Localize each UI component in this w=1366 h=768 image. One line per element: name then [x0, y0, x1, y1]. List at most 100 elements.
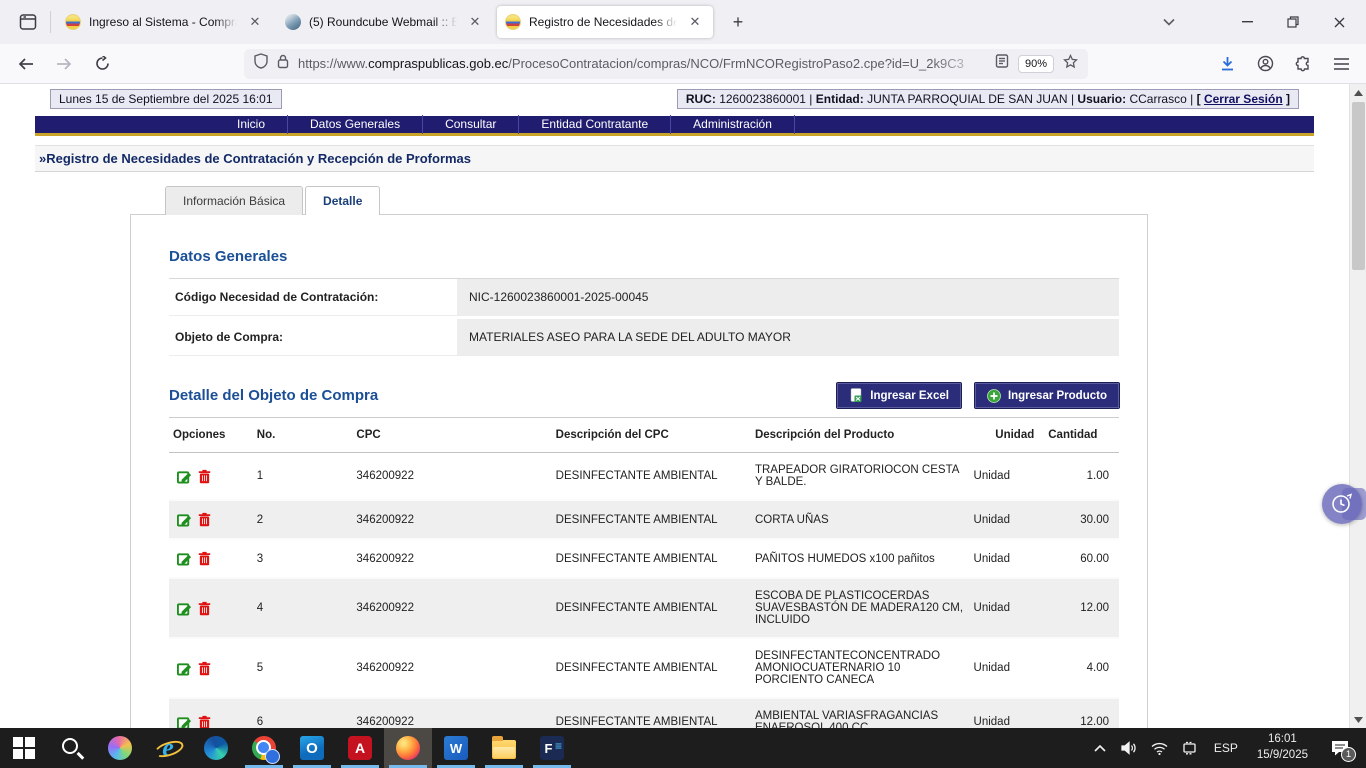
- close-window-button[interactable]: [1316, 0, 1362, 44]
- back-icon[interactable]: [10, 49, 42, 79]
- action-center-icon[interactable]: 1: [1320, 728, 1360, 768]
- taskbar-app-icon: [60, 736, 84, 760]
- taskbar-app-button[interactable]: [528, 728, 576, 768]
- nav-item[interactable]: Administración: [671, 115, 795, 134]
- delete-icon[interactable]: [198, 512, 211, 527]
- reader-view-icon[interactable]: [995, 54, 1009, 73]
- table-row: 4 346200922 DESINFECTANTE AMBIENTAL ESCO…: [169, 578, 1119, 638]
- taskbar-app-button[interactable]: [144, 728, 192, 768]
- extensions-icon[interactable]: [1288, 49, 1318, 79]
- volume-icon[interactable]: [1117, 728, 1143, 768]
- new-tab-button[interactable]: +: [723, 7, 753, 37]
- taskbar-app-icon: [300, 736, 324, 760]
- taskbar-app-icon: [444, 736, 468, 760]
- zoom-level-badge[interactable]: 90%: [1018, 55, 1054, 73]
- logout-link[interactable]: Cerrar Sesión: [1204, 92, 1283, 106]
- browser-tab[interactable]: (5) Roundcube Webmail :: Entra ✕: [277, 6, 493, 38]
- delete-icon[interactable]: [198, 715, 211, 729]
- cell-cantidad: 1.00: [1044, 453, 1119, 501]
- tray-time: 16:01: [1257, 732, 1308, 748]
- cell-cpc: 346200922: [352, 638, 551, 698]
- taskbar-app-icon: [156, 736, 180, 760]
- delete-icon[interactable]: [198, 551, 211, 566]
- column-header: Descripción del CPC: [552, 418, 751, 453]
- cell-unidad: Unidad: [970, 638, 1045, 698]
- tab-separator: [50, 11, 51, 33]
- screen-time-widget[interactable]: [1322, 484, 1362, 524]
- taskbar-app-button[interactable]: [288, 728, 336, 768]
- ingresar-excel-button[interactable]: Ingresar Excel: [837, 383, 961, 408]
- account-icon[interactable]: [1250, 49, 1280, 79]
- nav-item[interactable]: Entidad Contratante: [519, 115, 671, 134]
- nav-item[interactable]: Datos Generales: [288, 115, 423, 134]
- tab-close-icon[interactable]: ✕: [245, 12, 265, 32]
- edit-icon[interactable]: [177, 469, 192, 484]
- taskbar-app-button[interactable]: [432, 728, 480, 768]
- taskbar-app-button[interactable]: [48, 728, 96, 768]
- reload-icon[interactable]: [86, 49, 118, 79]
- taskbar-app-button[interactable]: [384, 728, 432, 768]
- downloads-icon[interactable]: [1212, 49, 1242, 79]
- page-scrollbar[interactable]: [1349, 84, 1366, 728]
- cell-unidad: Unidad: [970, 698, 1045, 728]
- tab-close-icon[interactable]: ✕: [685, 12, 705, 32]
- browser-tab[interactable]: Registro de Necesidades de Co ✕: [497, 6, 713, 38]
- delete-icon[interactable]: [198, 469, 211, 484]
- tab-favicon-icon: [285, 14, 301, 30]
- tab-favicon-icon: [505, 14, 521, 30]
- content-tab[interactable]: Información Básica: [165, 186, 303, 215]
- edit-icon[interactable]: [177, 551, 192, 566]
- scroll-down-icon[interactable]: [1350, 711, 1366, 728]
- table-row: 3 346200922 DESINFECTANTE AMBIENTAL PAÑI…: [169, 539, 1119, 578]
- current-datetime: Lunes 15 de Septiembre del 2025 16:01: [50, 89, 282, 109]
- taskbar-app-button[interactable]: [96, 728, 144, 768]
- taskbar-app-button[interactable]: [240, 728, 288, 768]
- taskbar-app-button[interactable]: [480, 728, 528, 768]
- minimize-button[interactable]: [1224, 0, 1270, 44]
- entidad-value: JUNTA PARROQUIAL DE SAN JUAN: [867, 92, 1067, 106]
- lock-icon[interactable]: [277, 54, 289, 74]
- edit-icon[interactable]: [177, 512, 192, 527]
- clock[interactable]: 16:01 15/9/2025: [1249, 732, 1316, 763]
- tray-chevron-up-icon[interactable]: [1087, 728, 1113, 768]
- cell-cpc-desc: DESINFECTANTE AMBIENTAL: [552, 500, 751, 539]
- delete-icon[interactable]: [198, 601, 211, 616]
- forward-icon[interactable]: [48, 49, 80, 79]
- taskbar-app-button[interactable]: [192, 728, 240, 768]
- scroll-up-icon[interactable]: [1350, 84, 1366, 101]
- notification-badge: 1: [1341, 747, 1356, 762]
- edit-icon[interactable]: [177, 715, 192, 729]
- tab-close-icon[interactable]: ✕: [465, 12, 485, 32]
- ingresar-producto-button[interactable]: Ingresar Producto: [975, 383, 1119, 408]
- list-all-tabs-icon[interactable]: [1152, 0, 1186, 44]
- language-indicator[interactable]: ESP: [1207, 741, 1245, 755]
- url-bar[interactable]: https://www.compraspublicas.gob.ec/Proce…: [244, 49, 1088, 79]
- table-header-row: OpcionesNo.CPCDescripción del CPCDescrip…: [169, 418, 1119, 453]
- nav-item[interactable]: Inicio: [215, 115, 288, 134]
- firefox-view-icon[interactable]: [12, 7, 44, 37]
- taskbar-app-button[interactable]: [336, 728, 384, 768]
- content-tab[interactable]: Detalle: [305, 186, 380, 215]
- edit-icon[interactable]: [177, 661, 192, 676]
- menu-hamburger-icon[interactable]: [1326, 49, 1356, 79]
- clock-widget-icon[interactable]: [1322, 484, 1362, 524]
- tab-title: Ingreso al Sistema - Compras P: [89, 15, 237, 29]
- delete-icon[interactable]: [198, 661, 211, 676]
- edit-icon[interactable]: [177, 601, 192, 616]
- taskbar-app-button[interactable]: [0, 728, 48, 768]
- browser-tab[interactable]: Ingreso al Sistema - Compras P ✕: [57, 6, 273, 38]
- shield-icon[interactable]: [254, 53, 268, 74]
- cell-cantidad: 4.00: [1044, 638, 1119, 698]
- scrollbar-thumb[interactable]: [1352, 102, 1365, 270]
- cell-producto: AMBIENTAL VARIASFRAGANCIAS ENAEROSOL 400…: [751, 698, 970, 728]
- table-row: 1 346200922 DESINFECTANTE AMBIENTAL TRAP…: [169, 453, 1119, 501]
- display-sync-icon[interactable]: [1177, 728, 1203, 768]
- bookmark-star-icon[interactable]: [1063, 54, 1078, 74]
- restore-button[interactable]: [1270, 0, 1316, 44]
- wifi-icon[interactable]: [1147, 728, 1173, 768]
- cell-cpc-desc: DESINFECTANTE AMBIENTAL: [552, 539, 751, 578]
- cell-no: 5: [253, 638, 353, 698]
- nav-item[interactable]: Consultar: [423, 115, 519, 134]
- cell-cpc-desc: DESINFECTANTE AMBIENTAL: [552, 638, 751, 698]
- add-plus-icon: [987, 389, 1001, 403]
